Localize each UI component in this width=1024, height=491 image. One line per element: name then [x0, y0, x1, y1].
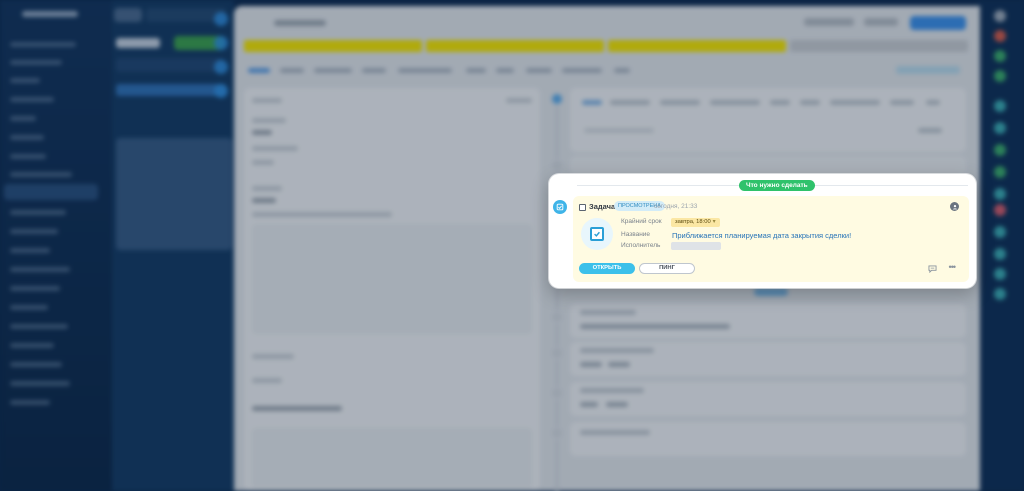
open-task-button[interactable]: Открыть: [579, 263, 635, 274]
task-type-label: Задача: [589, 202, 616, 211]
deadline-selector[interactable]: завтра, 18:00 ▾: [671, 218, 720, 227]
assignee-value[interactable]: [671, 242, 721, 250]
task-type-icon-box: [581, 218, 613, 250]
chevron-down-icon: ▾: [712, 219, 716, 225]
timeline-focus-card: Что нужно сделать Задача просмотрена сег…: [549, 174, 976, 288]
user-avatar-icon[interactable]: [950, 202, 959, 211]
todo-section-label: Что нужно сделать: [739, 180, 815, 191]
assignee-label: Исполнитель: [621, 242, 661, 249]
more-dots-icon[interactable]: •••: [949, 262, 957, 272]
task-name-link[interactable]: Приближается планируемая дата закрытия с…: [672, 231, 851, 240]
task-card: Задача просмотрена сегодня, 21:33 Крайни…: [573, 196, 969, 282]
task-check-icon: [553, 200, 567, 214]
deadline-label: Крайний срок: [621, 218, 662, 225]
deadline-value: завтра, 18:00: [675, 219, 711, 225]
task-complete-checkbox[interactable]: [579, 204, 586, 211]
task-created-time: сегодня, 21:33: [654, 203, 698, 210]
comment-icon[interactable]: [928, 265, 937, 273]
task-name-label: Название: [621, 231, 651, 238]
ping-button[interactable]: Пинг: [639, 263, 695, 274]
task-checkbox-icon: [590, 227, 604, 241]
